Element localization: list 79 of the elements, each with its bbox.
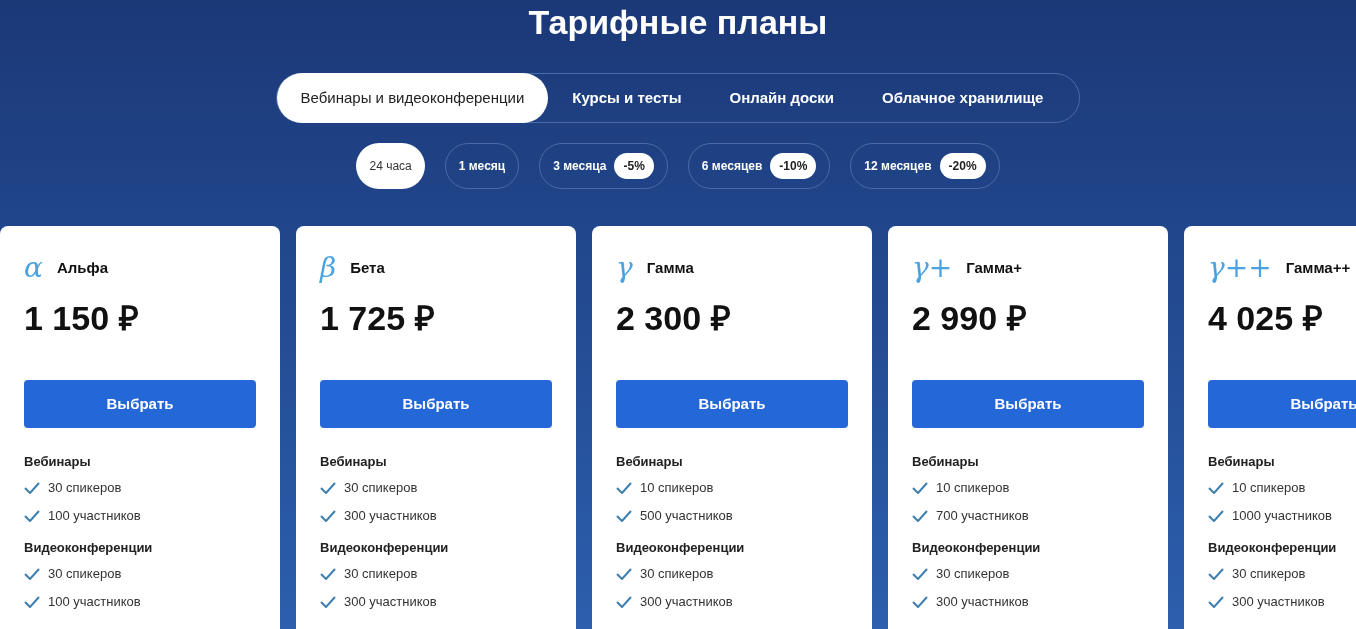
check-icon (912, 510, 928, 522)
feature-item: 30 спикеров (48, 565, 122, 584)
plan-price: 4 025 ₽ (1208, 298, 1324, 338)
feature-group-title: Вебинары (1208, 453, 1276, 471)
check-icon (616, 510, 632, 522)
feature-item: 30 спикеров (344, 479, 418, 498)
check-icon (616, 482, 632, 494)
period-option[interactable]: 24 часа (356, 143, 425, 189)
plan-price: 2 300 ₽ (616, 298, 732, 338)
check-icon (320, 568, 336, 580)
check-icon (616, 596, 632, 608)
select-button[interactable]: Выбрать (320, 380, 552, 428)
feature-item: 30 спикеров (936, 565, 1010, 584)
select-button[interactable]: Выбрать (912, 380, 1144, 428)
check-icon (24, 510, 40, 522)
check-icon (320, 510, 336, 522)
check-icon (616, 568, 632, 580)
feature-group-title: Вебинары (24, 453, 92, 471)
feature-item: 300 участников (344, 507, 437, 526)
plan-name: Альфа (56, 257, 108, 278)
category-tab[interactable]: Вебинары и видеоконференции (276, 73, 549, 123)
plan-symbol: γ++ (1208, 254, 1272, 282)
feature-item: 300 участников (344, 593, 437, 612)
feature-item: 100 участников (48, 593, 141, 612)
plan-name: Гамма++ (1285, 257, 1351, 278)
check-icon (1208, 510, 1224, 522)
feature-item: 300 участников (640, 593, 733, 612)
feature-group-title: Вебинары (912, 453, 980, 471)
plan-symbol: γ (616, 254, 633, 282)
feature-item: 10 спикеров (1232, 479, 1306, 498)
feature-item: 10 спикеров (936, 479, 1010, 498)
feature-group-title: Видеоконференции (320, 539, 450, 557)
check-icon (24, 568, 40, 580)
select-button[interactable]: Выбрать (616, 380, 848, 428)
check-icon (912, 596, 928, 608)
plan-symbol: α (24, 254, 43, 282)
check-icon (912, 482, 928, 494)
feature-item: 300 участников (936, 593, 1029, 612)
feature-group-title: Видеоконференции (24, 539, 154, 557)
feature-item: 30 спикеров (1232, 565, 1306, 584)
feature-group-title: Вебинары (320, 453, 388, 471)
select-button[interactable]: Выбрать (1208, 380, 1356, 428)
check-icon (912, 568, 928, 580)
plan-price: 1 725 ₽ (320, 298, 436, 338)
check-icon (320, 482, 336, 494)
plan-name: Гамма+ (966, 257, 1022, 278)
check-icon (1208, 568, 1224, 580)
feature-group-title: Видеоконференции (912, 539, 1042, 557)
category-tab[interactable]: Онлайн доски (705, 73, 859, 123)
feature-item: 100 участников (48, 507, 141, 526)
discount-badge: -5% (614, 153, 654, 179)
plan-price: 1 150 ₽ (24, 298, 140, 338)
feature-item: 30 спикеров (640, 565, 714, 584)
feature-item: 10 спикеров (640, 479, 714, 498)
check-icon (320, 596, 336, 608)
plan-price: 2 990 ₽ (912, 298, 1028, 338)
plan-name: Бета (350, 257, 385, 278)
feature-item: 1000 участников (1232, 507, 1332, 526)
plan-name: Гамма (646, 257, 694, 278)
plan-symbol: β (320, 254, 337, 282)
select-button[interactable]: Выбрать (24, 380, 256, 428)
category-tab[interactable]: Облачное хранилище (858, 73, 1068, 123)
check-icon (1208, 482, 1224, 494)
feature-group-title: Вебинары (616, 453, 684, 471)
check-icon (24, 482, 40, 494)
feature-item: 30 спикеров (48, 479, 122, 498)
feature-item: 700 участников (936, 507, 1029, 526)
plan-symbol: γ+ (912, 254, 953, 282)
page-title: Тарифные планы (528, 2, 828, 42)
check-icon (1208, 596, 1224, 608)
category-tab[interactable]: Курсы и тесты (548, 73, 706, 123)
discount-badge: -20% (939, 153, 986, 179)
feature-item: 30 спикеров (344, 565, 418, 584)
feature-item: 500 участников (640, 507, 733, 526)
discount-badge: -10% (770, 153, 817, 179)
check-icon (24, 596, 40, 608)
feature-group-title: Видеоконференции (616, 539, 746, 557)
feature-item: 300 участников (1232, 593, 1325, 612)
feature-group-title: Видеоконференции (1208, 539, 1338, 557)
